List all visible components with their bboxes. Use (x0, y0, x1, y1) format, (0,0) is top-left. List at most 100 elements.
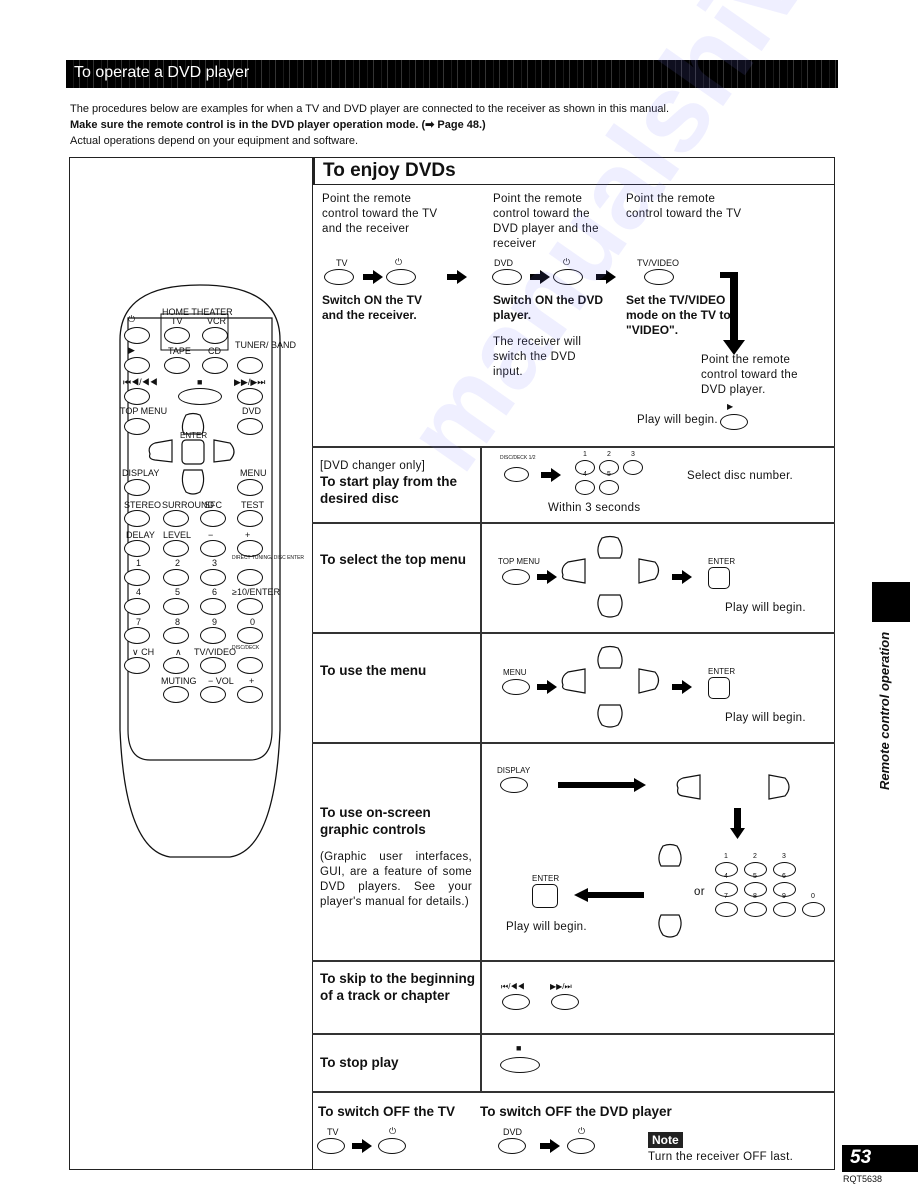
row4-result: Play will begin. (506, 921, 587, 933)
remote-ch-down-button (124, 657, 150, 674)
remote-ch-down-label: ∨ CH (132, 647, 155, 657)
row3-label: To use the menu (320, 663, 427, 678)
row1-prefix: [DVD changer only] (320, 460, 426, 472)
remote-sfc-label: SFC (204, 500, 222, 510)
remote-direct-tuning-button (237, 569, 263, 586)
step2-power-button (553, 269, 583, 285)
remote-num-8-label: 8 (175, 617, 181, 627)
top-menu-label: TOP MENU (498, 557, 540, 566)
remote-vcr-label: VCR (207, 316, 227, 326)
disc-digit-4-label: 4 (583, 471, 587, 478)
off-dvd-power-button (567, 1138, 595, 1154)
row2-result: Play will begin. (725, 602, 806, 614)
arrow-right-icon (672, 680, 692, 694)
remote-num-1-label: 1 (136, 558, 142, 568)
remote-cd-button (202, 357, 228, 374)
intro-line-3: Actual operations depend on your equipme… (70, 135, 359, 147)
skip-forward-label: ▶▶/⏭ (550, 982, 572, 991)
remote-cd-label: CD (208, 346, 221, 356)
step3-note: Point the remote control toward the DVD … (701, 354, 798, 396)
switch-off-dvd-title: To switch OFF the DVD player (480, 1104, 672, 1119)
step1-tv-button (324, 269, 354, 285)
skip-forward-button (551, 994, 579, 1010)
long-arrow-left-icon (574, 888, 644, 902)
gui-digit-6-label: 6 (782, 873, 786, 880)
remote-play-button (124, 357, 150, 374)
intro-line-2: Make sure the remote control is in the D… (70, 119, 486, 131)
remote-num-3-button (200, 569, 226, 586)
step1-power-label: ⏻ (395, 257, 403, 267)
switch-off-tv-title: To switch OFF the TV (318, 1104, 455, 1119)
enjoy-dvds-title: To enjoy DVDs (312, 157, 835, 185)
gui-digit-7-label: 7 (724, 893, 728, 900)
row5-label: To skip to the beginning of a track or c… (320, 971, 475, 1003)
menu-label: MENU (503, 668, 527, 677)
remote-ch-up-button (163, 657, 189, 674)
gui-digit-1-label: 1 (724, 853, 728, 860)
page-number: 53 (842, 1145, 918, 1172)
arrow-right-icon (596, 270, 616, 284)
remote-delay-label: DELAY (126, 530, 155, 540)
arrow-down-icon (730, 808, 745, 839)
remote-tv-video-label: TV/VIDEO (194, 647, 237, 657)
remote-num-2-button (163, 569, 189, 586)
gui-digit-5-label: 5 (753, 873, 757, 880)
step2-dvd-button (492, 269, 522, 285)
arrow-right-icon (352, 1139, 372, 1153)
step1-point: Point the remote control toward the TV a… (322, 193, 438, 235)
remote-ch-up-label: ∧ (175, 647, 182, 657)
remote-stop-label: ■ (197, 377, 203, 387)
remote-dpad-icon (148, 412, 235, 495)
remote-disc-deck-button (237, 657, 263, 674)
arrow-right-icon (537, 680, 557, 694)
gui-digit-4-label: 4 (724, 873, 728, 880)
row1-label: To start play from the desired disc (320, 474, 458, 506)
remote-skip-forward-button (237, 388, 263, 405)
chapter-label: Remote control operation (877, 631, 892, 790)
remote-power-button (124, 327, 150, 344)
arrow-right-icon (447, 270, 467, 284)
remote-stop-button (178, 388, 222, 405)
document-code: RQT5638 (843, 1174, 883, 1184)
remote-muting-label: MUTING (161, 676, 197, 686)
display-button (500, 777, 528, 793)
remote-disc-deck-label: DISC/DECK (232, 645, 260, 651)
arrow-right-icon (540, 1139, 560, 1153)
arrow-right-icon (363, 270, 383, 284)
remote-num-7-button (124, 627, 150, 644)
step2-dvd-label: DVD (494, 258, 514, 268)
step3-action: Set the TV/VIDEO mode on the TV to "VIDE… (626, 293, 731, 337)
section-title-bar: To operate a DVD player (66, 60, 838, 88)
remote-vol-up-label: + (249, 676, 255, 686)
long-arrow-right-icon (558, 778, 646, 792)
row2-label: To select the top menu (320, 552, 467, 567)
row4-desc: (Graphic user interfaces, GUI, are a fea… (320, 851, 472, 908)
remote-tape-button (164, 357, 190, 374)
remote-delay-button (124, 540, 150, 557)
intro-line-1: The procedures below are examples for wh… (70, 103, 670, 115)
remote-skip-forward-label: ▶▶/▶⏭ (234, 377, 266, 387)
play-icon: ▶ (727, 402, 734, 411)
row1-hint: Within 3 seconds (548, 502, 641, 514)
skip-back-button (502, 994, 530, 1010)
step3-point: Point the remote control toward the TV (626, 193, 742, 220)
remote-minus-button (200, 540, 226, 557)
remote-skip-back-label: ⏮◀/◀◀ (123, 377, 158, 387)
stop-button (500, 1057, 540, 1073)
gui-digit-8-button (744, 902, 767, 917)
remote-num-0-button (237, 627, 263, 644)
remote-ten-enter-label: ≥10/ENTER (232, 587, 280, 597)
off-tv-power-label: ⏻ (389, 1126, 397, 1136)
off-tv-button (317, 1138, 345, 1154)
remote-sfc-button (200, 510, 226, 527)
remote-num-6-button (200, 598, 226, 615)
disc-deck-button (504, 467, 529, 482)
stop-icon: ■ (516, 1043, 522, 1053)
remote-num-4-button (124, 598, 150, 615)
enter-button (708, 567, 730, 589)
step2-note: The receiver will switch the DVD input. (493, 336, 582, 378)
arrow-right-icon (537, 570, 557, 584)
enter-button (532, 884, 558, 908)
remote-num-7-label: 7 (136, 617, 142, 627)
or-text: or (694, 886, 705, 898)
